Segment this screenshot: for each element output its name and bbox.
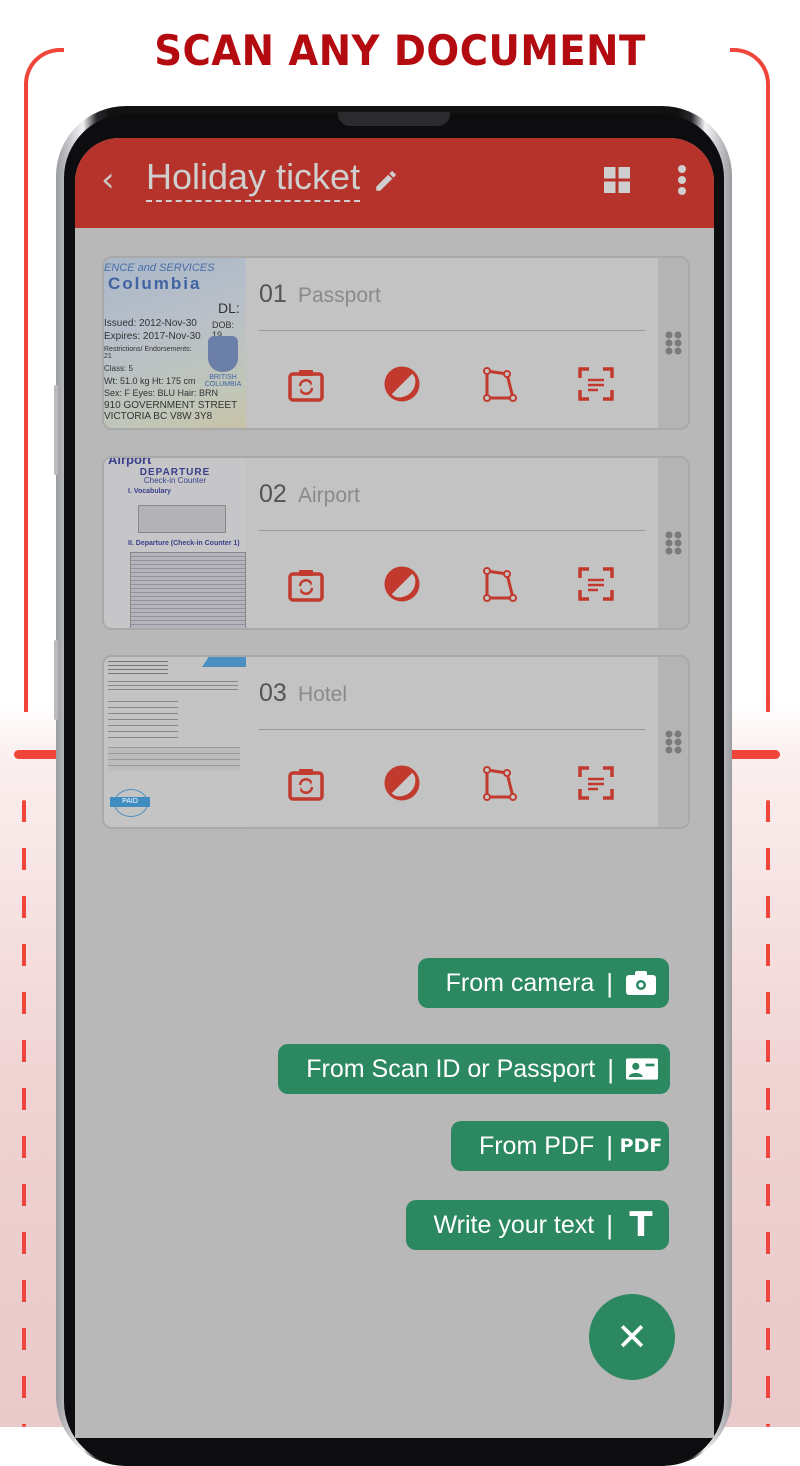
crop-corners-icon[interactable]	[479, 763, 519, 803]
invoice-table	[108, 747, 240, 771]
scan-text-icon[interactable]	[576, 763, 616, 803]
camera-icon	[626, 971, 656, 995]
app-screen: ‹ Holiday ticket ENCE and SERVICES Colum…	[75, 138, 714, 1438]
document-number: 01	[259, 280, 287, 308]
invoice-thumbnail[interactable]: PAID	[104, 657, 246, 827]
drag-handle-icon	[665, 331, 682, 355]
frame-line-left	[14, 750, 60, 759]
worksheet-thumbnail[interactable]: Airport DEPARTURE Check-in Counter I. Vo…	[104, 458, 246, 628]
dialogue-box	[130, 552, 246, 628]
drag-handle-icon	[665, 730, 682, 754]
crop-corners-icon[interactable]	[479, 364, 519, 404]
text-icon: T	[629, 1205, 653, 1245]
phone-side-button	[54, 640, 58, 720]
divider	[259, 530, 645, 531]
drag-handle-icon	[665, 531, 682, 555]
divider	[259, 330, 645, 331]
pdf-icon: PDF	[619, 1135, 663, 1157]
from-camera-button[interactable]: From camera |	[417, 958, 669, 1008]
frame-bracket-right	[730, 48, 770, 712]
more-vert-icon[interactable]	[677, 164, 687, 196]
write-text-button[interactable]: Write your text | T	[405, 1200, 669, 1250]
document-name[interactable]: Hotel	[298, 683, 347, 707]
document-name[interactable]: Passport	[298, 284, 381, 308]
document-title[interactable]: Holiday ticket	[146, 156, 361, 202]
from-pdf-button[interactable]: From PDF | PDF	[450, 1121, 669, 1171]
invoice-logo-banner	[202, 657, 246, 667]
headline: SCAN ANY DOCUMENT	[154, 26, 646, 75]
dashed-line-left	[22, 800, 26, 1427]
scan-text-icon[interactable]	[576, 364, 616, 404]
back-icon[interactable]: ‹	[101, 160, 115, 200]
document-card[interactable]: Airport DEPARTURE Check-in Counter I. Vo…	[102, 456, 690, 630]
document-number: 02	[259, 480, 287, 508]
id-card-icon	[626, 1058, 658, 1080]
grid-view-icon[interactable]	[604, 167, 630, 193]
divider	[259, 729, 645, 730]
from-scan-id-button[interactable]: From Scan ID or Passport |	[278, 1044, 670, 1094]
close-icon: ✕	[616, 1315, 648, 1359]
edit-pencil-icon[interactable]	[373, 168, 399, 194]
close-fab-button[interactable]: ✕	[589, 1294, 675, 1380]
drag-handle[interactable]	[658, 657, 688, 827]
drag-handle[interactable]	[658, 458, 688, 628]
phone-side-button	[54, 385, 58, 475]
contrast-filter-icon[interactable]	[382, 364, 422, 404]
crop-corners-icon[interactable]	[479, 564, 519, 604]
drag-handle[interactable]	[658, 258, 688, 428]
id-card-thumbnail[interactable]: ENCE and SERVICES Columbia DL: DOB: 19 I…	[104, 258, 246, 428]
document-card[interactable]: ENCE and SERVICES Columbia DL: DOB: 19 I…	[102, 256, 690, 430]
scan-text-icon[interactable]	[576, 564, 616, 604]
dashed-line-right	[766, 800, 770, 1427]
rotate-camera-icon[interactable]	[286, 364, 326, 404]
document-number: 03	[259, 679, 287, 707]
app-bar: ‹ Holiday ticket	[75, 138, 714, 228]
document-card[interactable]: PAID 03 Hotel	[102, 655, 690, 829]
vocabulary-box	[138, 505, 226, 533]
contrast-filter-icon[interactable]	[382, 763, 422, 803]
coat-of-arms-icon	[208, 336, 238, 372]
rotate-camera-icon[interactable]	[286, 763, 326, 803]
rotate-camera-icon[interactable]	[286, 564, 326, 604]
document-name[interactable]: Airport	[298, 484, 360, 508]
paid-stamp: PAID	[110, 797, 150, 807]
contrast-filter-icon[interactable]	[382, 564, 422, 604]
phone-speaker	[338, 112, 450, 126]
